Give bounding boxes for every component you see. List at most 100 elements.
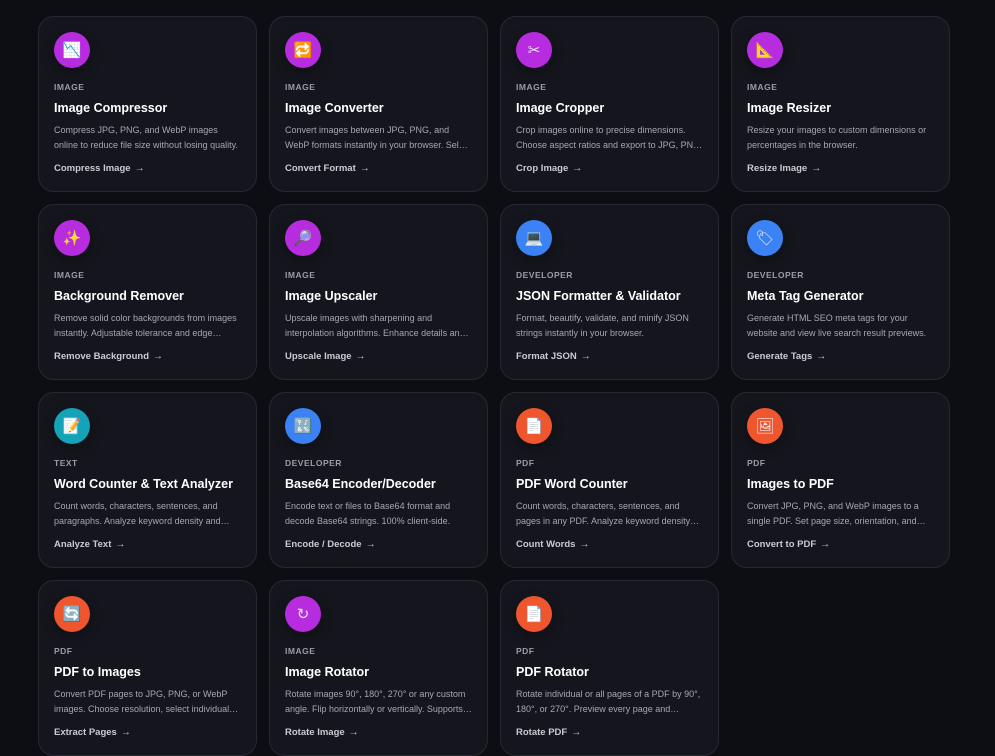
tool-action-link[interactable]: Analyze Text → bbox=[54, 539, 125, 550]
tool-action-link[interactable]: Crop Image → bbox=[516, 163, 582, 174]
tool-action-link[interactable]: Compress Image → bbox=[54, 163, 145, 174]
refresh-icon: 🔄 bbox=[62, 606, 82, 623]
tool-card-pdf-to-images[interactable]: 🔄 PDF PDF to Images Convert PDF pages to… bbox=[38, 580, 257, 756]
tool-title: Image Resizer bbox=[747, 101, 832, 115]
tool-action-label: Upscale Image bbox=[285, 351, 352, 362]
tool-card-image-rotator[interactable]: ↻ IMAGE Image Rotator Rotate images 90°,… bbox=[269, 580, 488, 756]
tool-icon-badge: ✂ bbox=[516, 32, 552, 68]
tool-card-pdf-word-counter[interactable]: 📄 PDF PDF Word Counter Count words, char… bbox=[500, 392, 719, 568]
tool-category: DEVELOPER bbox=[747, 270, 804, 280]
tool-card-word-counter-text-analyzer[interactable]: 📝 TEXT Word Counter & Text Analyzer Coun… bbox=[38, 392, 257, 568]
scissors-icon: ✂ bbox=[527, 42, 541, 59]
tool-action-link[interactable]: Count Words → bbox=[516, 539, 589, 550]
tool-action-label: Rotate PDF bbox=[516, 727, 568, 738]
tool-card-image-compressor[interactable]: 📉 IMAGE Image Compressor Compress JPG, P… bbox=[38, 16, 257, 192]
tag-icon: 🏷 bbox=[755, 230, 775, 247]
tool-description: Rotate individual or all pages of a PDF … bbox=[516, 689, 701, 714]
tool-description: Convert PDF pages to JPG, PNG, or WebP i… bbox=[54, 689, 230, 714]
tool-action-label: Crop Image bbox=[516, 163, 569, 174]
tool-title: Base64 Encoder/Decoder bbox=[285, 477, 436, 491]
arrow-right-icon: → bbox=[579, 539, 590, 550]
tool-icon-badge: ✨ bbox=[54, 220, 90, 256]
tool-icon-badge: 🏷 bbox=[747, 220, 783, 256]
tool-card-images-to-pdf[interactable]: 🖼 PDF Images to PDF Convert JPG, PNG, an… bbox=[731, 392, 950, 568]
tool-icon-badge: 📄 bbox=[516, 596, 552, 632]
tool-title: Image Cropper bbox=[516, 101, 605, 115]
tool-title: Images to PDF bbox=[747, 477, 834, 491]
tool-title: Image Converter bbox=[285, 101, 384, 115]
tool-category: PDF bbox=[516, 458, 535, 468]
tool-action-label: Compress Image bbox=[54, 163, 131, 174]
tool-description: Resize your images to custom dimensions … bbox=[747, 125, 927, 150]
arrow-right-icon: → bbox=[134, 163, 145, 174]
chart-down-icon: 📉 bbox=[62, 42, 82, 59]
tool-icon-badge: 🔄 bbox=[54, 596, 90, 632]
tool-icon-badge: 📐 bbox=[747, 32, 783, 68]
arrow-right-icon: → bbox=[571, 727, 582, 738]
rotate-icon: ↻ bbox=[296, 606, 310, 623]
tool-title: PDF to Images bbox=[54, 665, 141, 679]
tool-category: TEXT bbox=[54, 458, 78, 468]
tool-card-pdf-rotator[interactable]: 📄 PDF PDF Rotator Rotate individual or a… bbox=[500, 580, 719, 756]
arrow-right-icon: → bbox=[365, 539, 376, 550]
tool-description: Convert JPG, PNG, and WebP images to a s… bbox=[747, 501, 919, 526]
tool-card-json-formatter-validator[interactable]: 💻 DEVELOPER JSON Formatter & Validator F… bbox=[500, 204, 719, 380]
arrow-right-icon: → bbox=[811, 163, 822, 174]
tool-title: Word Counter & Text Analyzer bbox=[54, 477, 233, 491]
tool-action-label: Convert Format bbox=[285, 163, 356, 174]
tool-action-link[interactable]: Rotate PDF → bbox=[516, 727, 581, 738]
tool-action-link[interactable]: Extract Pages → bbox=[54, 727, 131, 738]
tool-action-link[interactable]: Rotate Image → bbox=[285, 727, 359, 738]
tool-description: Crop images online to precise dimensions… bbox=[516, 125, 703, 150]
laptop-icon: 💻 bbox=[524, 230, 544, 247]
tool-action-label: Extract Pages bbox=[54, 727, 117, 738]
tool-card-image-converter[interactable]: 🔁 IMAGE Image Converter Convert images b… bbox=[269, 16, 488, 192]
tool-action-link[interactable]: Upscale Image → bbox=[285, 351, 366, 362]
tool-category: PDF bbox=[54, 646, 73, 656]
tool-action-label: Count Words bbox=[516, 539, 576, 550]
tool-category: IMAGE bbox=[54, 270, 85, 280]
tool-card-image-resizer[interactable]: 📐 IMAGE Image Resizer Resize your images… bbox=[731, 16, 950, 192]
tool-action-link[interactable]: Generate Tags → bbox=[747, 351, 826, 362]
tool-description: Count words, characters, sentences, and … bbox=[54, 501, 221, 526]
arrow-right-icon: → bbox=[355, 351, 366, 362]
arrow-right-icon: → bbox=[153, 351, 164, 362]
tool-action-label: Format JSON bbox=[516, 351, 577, 362]
tool-icon-badge: 🔎 bbox=[285, 220, 321, 256]
tool-category: DEVELOPER bbox=[516, 270, 573, 280]
tool-title: Image Compressor bbox=[54, 101, 168, 115]
tool-title: PDF Word Counter bbox=[516, 477, 628, 491]
tool-description: Encode text or files to Base64 format an… bbox=[285, 501, 451, 526]
tool-category: IMAGE bbox=[516, 82, 547, 92]
magnifier-icon: 🔎 bbox=[293, 230, 313, 247]
tool-card-meta-tag-generator[interactable]: 🏷 DEVELOPER Meta Tag Generator Generate … bbox=[731, 204, 950, 380]
tool-description: Compress JPG, PNG, and WebP images onlin… bbox=[54, 125, 238, 150]
tool-action-link[interactable]: Encode / Decode → bbox=[285, 539, 376, 550]
tool-category: IMAGE bbox=[285, 270, 316, 280]
tool-action-link[interactable]: Resize Image → bbox=[747, 163, 821, 174]
tool-action-label: Encode / Decode bbox=[285, 539, 362, 550]
tool-action-link[interactable]: Format JSON → bbox=[516, 351, 591, 362]
tool-icon-badge: 📝 bbox=[54, 408, 90, 444]
tool-action-label: Resize Image bbox=[747, 163, 808, 174]
tool-icon-badge: ↻ bbox=[285, 596, 321, 632]
tool-card-base64-encoder-decoder[interactable]: 🔣 DEVELOPER Base64 Encoder/Decoder Encod… bbox=[269, 392, 488, 568]
tool-action-link[interactable]: Remove Background → bbox=[54, 351, 163, 362]
tool-description: Rotate images 90°, 180°, 270° or any cus… bbox=[285, 689, 466, 714]
memo-icon: 📝 bbox=[62, 418, 82, 435]
picture-icon: 🖼 bbox=[755, 418, 775, 435]
tool-description: Format, beautify, validate, and minify J… bbox=[516, 313, 689, 338]
tool-card-image-cropper[interactable]: ✂ IMAGE Image Cropper Crop images online… bbox=[500, 16, 719, 192]
tool-action-link[interactable]: Convert Format → bbox=[285, 163, 370, 174]
tool-card-image-upscaler[interactable]: 🔎 IMAGE Image Upscaler Upscale images wi… bbox=[269, 204, 488, 380]
tool-title: PDF Rotator bbox=[516, 665, 589, 679]
tool-card-background-remover[interactable]: ✨ IMAGE Background Remover Remove solid … bbox=[38, 204, 257, 380]
tool-icon-badge: 💻 bbox=[516, 220, 552, 256]
tool-title: Background Remover bbox=[54, 289, 184, 303]
tool-action-link[interactable]: Convert to PDF → bbox=[747, 539, 830, 550]
arrow-right-icon: → bbox=[580, 351, 591, 362]
arrow-right-icon: → bbox=[120, 727, 131, 738]
tool-description: Upscale images with sharpening and inter… bbox=[285, 313, 465, 338]
tool-category: PDF bbox=[516, 646, 535, 656]
tool-category: IMAGE bbox=[285, 82, 316, 92]
